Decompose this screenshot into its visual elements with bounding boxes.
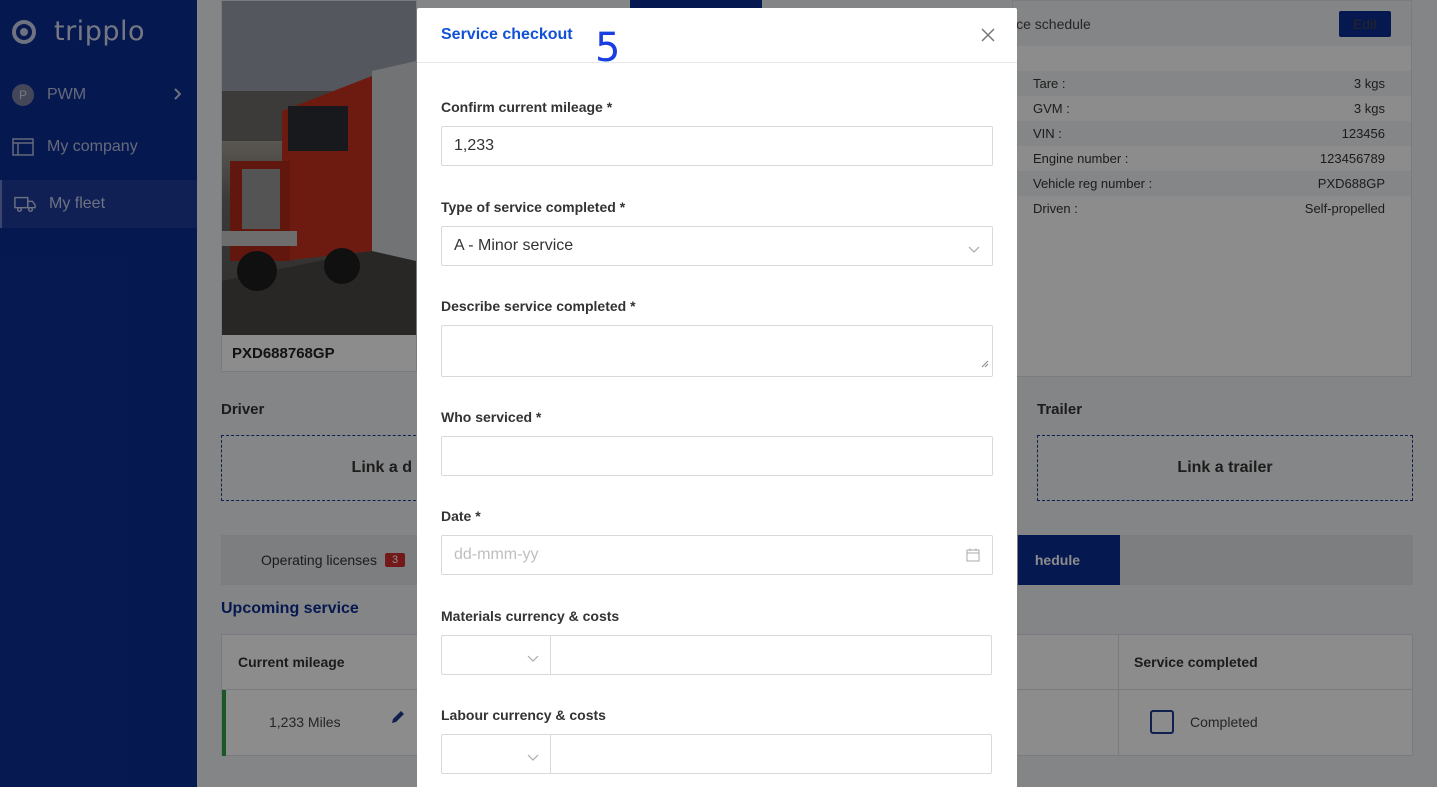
mileage-label: Confirm current mileage * [441,99,613,115]
resize-handle-icon[interactable] [981,355,989,373]
chevron-down-icon [527,650,539,668]
labour-cost-input[interactable] [550,734,992,774]
describe-label: Describe service completed * [441,298,636,314]
service-type-value: A - Minor service [454,237,574,254]
labour-label: Labour currency & costs [441,707,606,723]
modal-title: Service checkout [441,26,573,43]
modal-header: Service checkout 5 [417,8,1017,68]
materials-cost-input[interactable] [550,635,992,675]
service-type-select[interactable]: A - Minor service [441,226,993,266]
service-type-label: Type of service completed * [441,199,626,215]
materials-currency-select[interactable] [441,635,551,675]
mileage-input[interactable]: 1,233 [441,126,993,166]
date-placeholder: dd-mmm-yy [454,546,539,563]
step-number: 5 [595,25,621,71]
labour-currency-select[interactable] [441,734,551,774]
chevron-down-icon [527,749,539,767]
who-serviced-input[interactable] [441,436,993,476]
close-icon[interactable] [979,26,997,44]
service-checkout-modal: Service checkout 5 Confirm current milea… [417,8,1017,787]
calendar-icon[interactable] [966,548,980,567]
chevron-down-icon [968,241,980,259]
date-label: Date * [441,508,481,524]
who-serviced-label: Who serviced * [441,409,542,425]
date-input[interactable]: dd-mmm-yy [441,535,993,575]
materials-label: Materials currency & costs [441,608,620,624]
describe-textarea[interactable] [441,325,993,377]
